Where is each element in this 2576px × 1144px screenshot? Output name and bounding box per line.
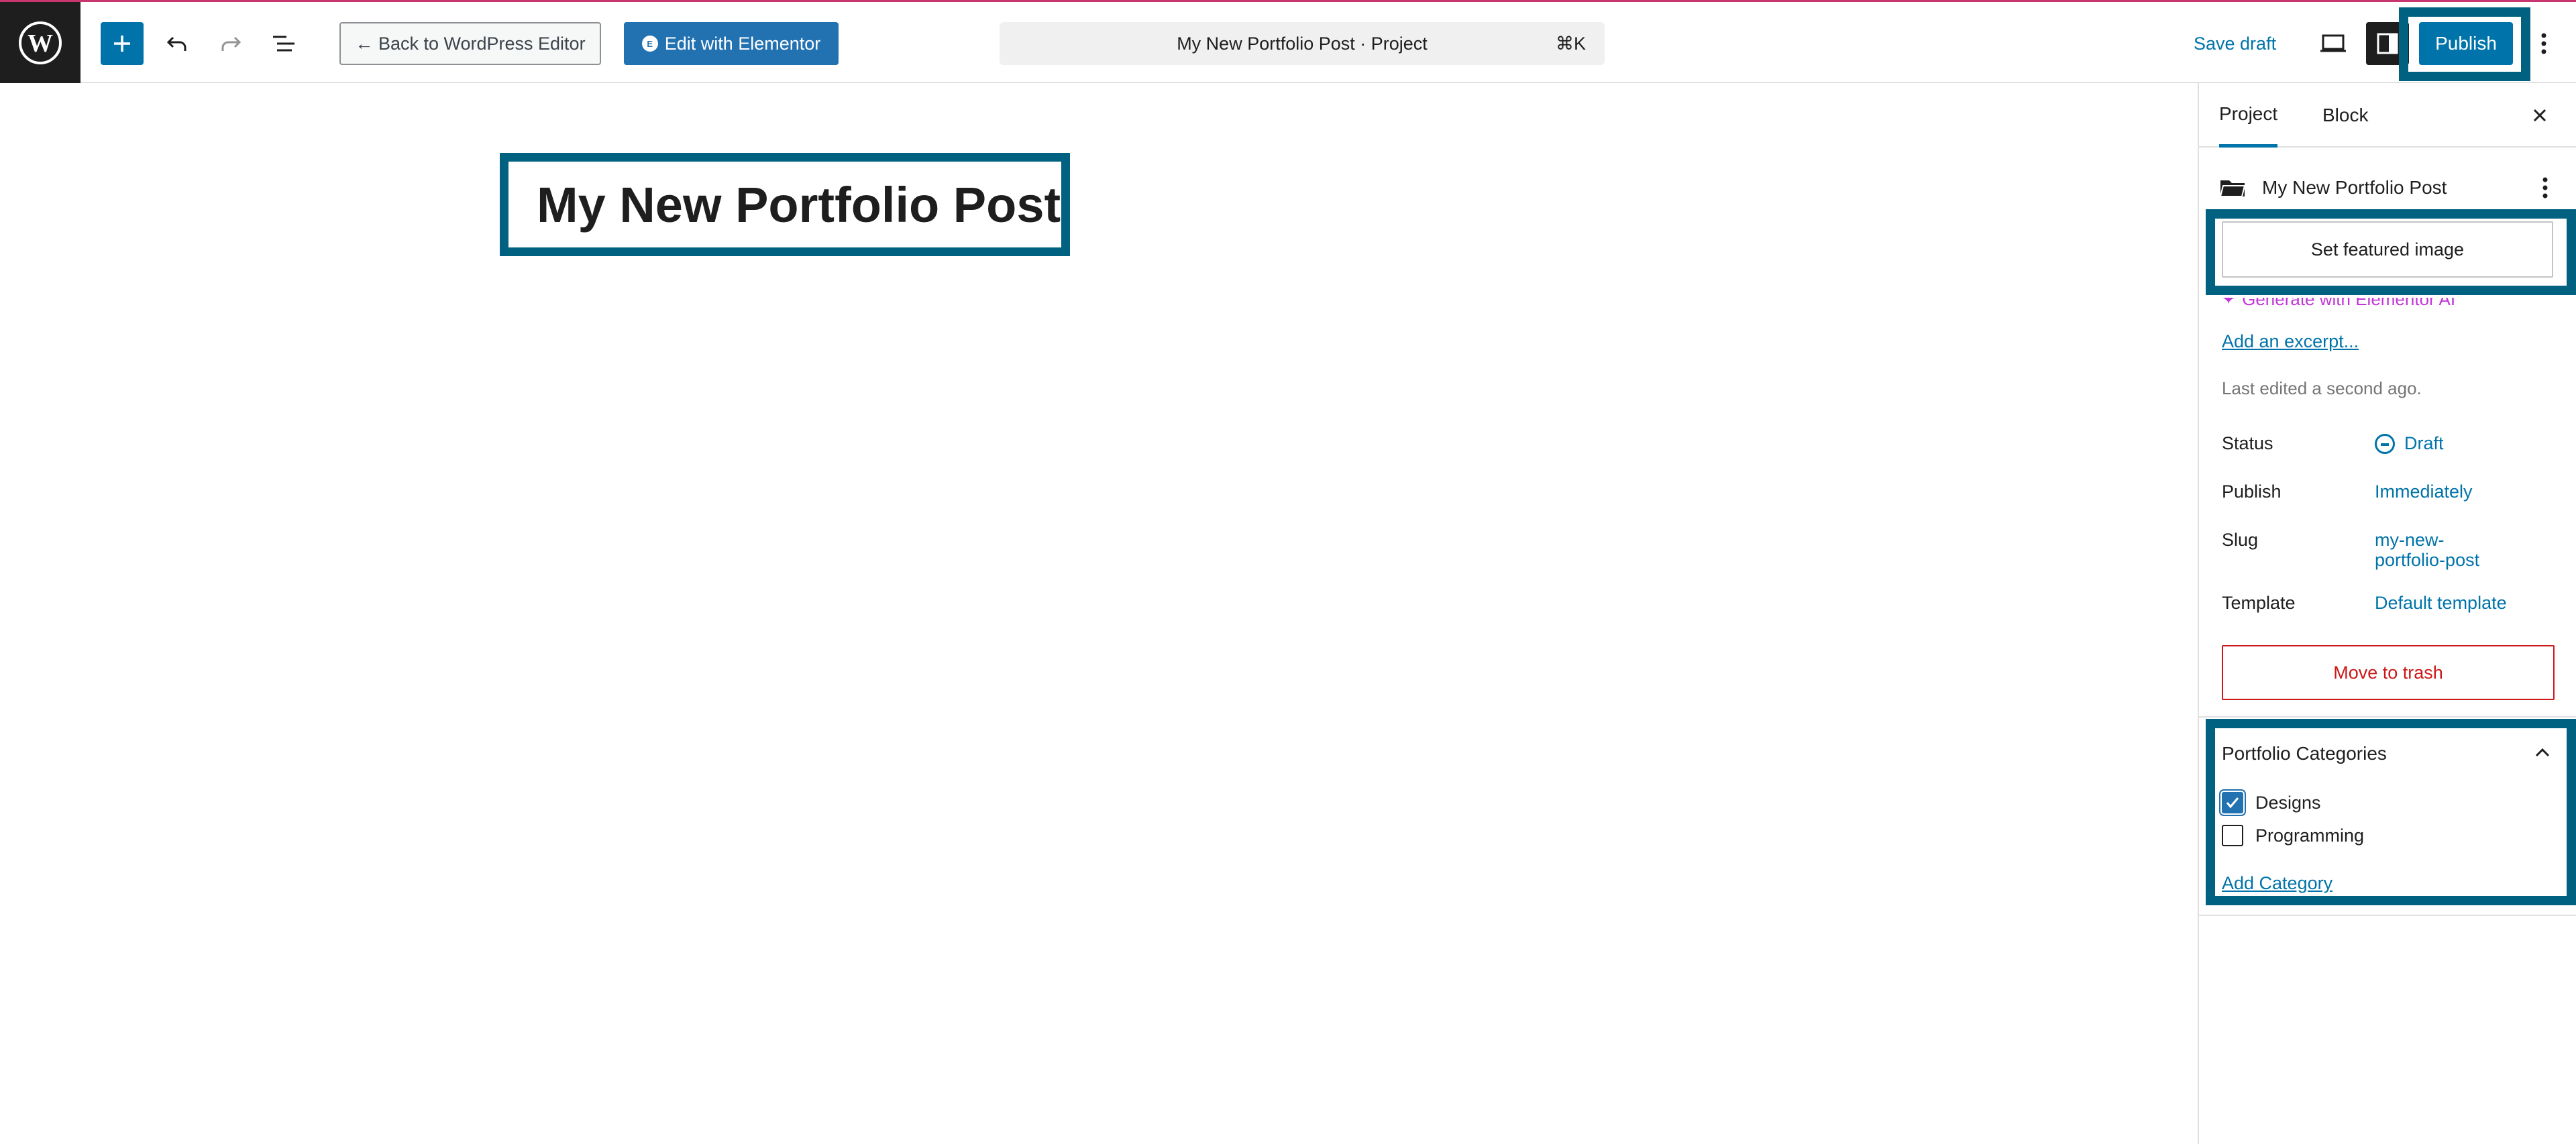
programming-label: Programming [2255,825,2365,846]
redo-icon [221,36,241,51]
editor-header: W ← Back to WordPress Editor E Edit with… [0,0,2576,83]
edit-with-elementor-button[interactable]: E Edit with Elementor [624,22,839,65]
command-shortcut: ⌘K [1555,33,1586,54]
close-sidebar-button[interactable] [2524,99,2556,131]
save-draft-button[interactable]: Save draft [2194,22,2276,65]
publish-value[interactable]: Immediately [2375,481,2536,502]
close-icon [2533,109,2546,122]
plus-icon [114,36,130,52]
elementor-button-label: Edit with Elementor [664,33,821,54]
wordpress-logo-icon[interactable]: W [0,2,80,83]
document-actions-button[interactable] [2529,172,2561,204]
chevron-up-icon [2535,748,2550,757]
designs-label: Designs [2255,792,2321,813]
set-featured-image-button[interactable]: Set featured image [2222,221,2553,278]
desktop-preview-icon [2320,34,2346,52]
options-button[interactable] [2530,22,2557,65]
programming-checkbox[interactable] [2222,825,2243,846]
publish-label: Publish [2222,481,2282,502]
tab-project[interactable]: Project [2219,83,2278,148]
list-view-button[interactable] [263,22,306,65]
sidebar-tabs: Project Block [2199,83,2576,148]
elementor-icon: E [641,36,658,52]
status-value-text: Draft [2404,433,2444,453]
more-vertical-icon [2541,33,2546,54]
more-vertical-icon [2542,177,2548,198]
document-summary: My New Portfolio Post [2219,168,2561,208]
slug-value[interactable]: my-new-portfolio-post [2375,530,2502,570]
back-to-wordpress-editor-button[interactable]: ← Back to WordPress Editor [339,22,601,65]
template-label: Template [2222,593,2296,613]
publish-button[interactable]: Publish [2419,22,2513,65]
panel-divider-bottom [2199,915,2576,916]
draft-status-icon [2375,434,2395,454]
add-category-link[interactable]: Add Category [2222,873,2332,894]
category-item-programming[interactable]: Programming [2222,823,2364,848]
command-palette-bar[interactable]: My New Portfolio Post · Project ⌘K [1000,22,1605,65]
settings-sidebar: Project Block My New Portfolio Post ✦ Ge… [2198,83,2576,1144]
list-view-icon [273,36,294,52]
panel-divider [2199,716,2576,718]
collapse-panel-button[interactable] [2530,740,2555,764]
add-block-button[interactable] [101,22,144,65]
undo-icon [166,36,186,51]
slug-label: Slug [2222,530,2259,550]
settings-panel-icon [2377,33,2398,54]
svg-text:W: W [28,30,53,58]
checkmark-icon [2226,797,2239,809]
tab-block[interactable]: Block [2322,83,2368,148]
preview-button[interactable] [2312,22,2355,65]
designs-checkbox[interactable] [2222,792,2243,813]
post-title-block[interactable]: My New Portfolio Post [500,153,1070,256]
back-button-label: ← Back to WordPress Editor [355,33,586,54]
status-label: Status [2222,433,2273,453]
post-title[interactable]: My New Portfolio Post [508,162,1061,247]
redo-button[interactable] [209,22,252,65]
add-excerpt-link[interactable]: Add an excerpt... [2222,331,2359,352]
template-value[interactable]: Default template [2375,593,2536,613]
undo-button[interactable] [156,22,199,65]
portfolio-categories-heading[interactable]: Portfolio Categories [2222,743,2387,764]
last-edited-text: Last edited a second ago. [2222,378,2422,398]
document-title: My New Portfolio Post · Project [1177,33,1428,54]
document-name: My New Portfolio Post [2262,177,2447,198]
status-value[interactable]: Draft [2375,433,2536,454]
move-to-trash-button[interactable]: Move to trash [2222,645,2555,700]
folder-icon [2219,180,2246,197]
category-item-designs[interactable]: Designs [2222,791,2321,815]
